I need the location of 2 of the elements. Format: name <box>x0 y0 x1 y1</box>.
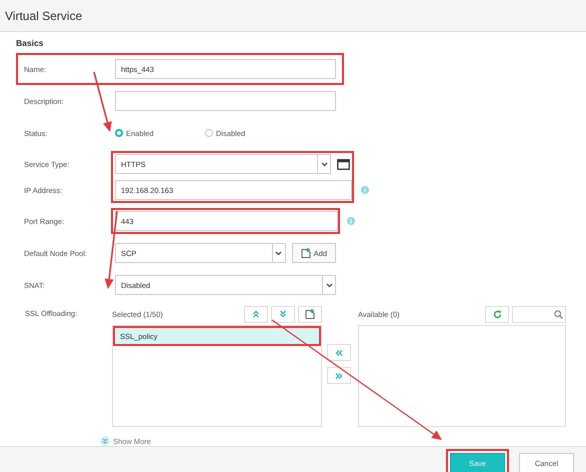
window-title: Virtual Service <box>5 8 82 22</box>
section-heading: Basics <box>16 38 44 48</box>
